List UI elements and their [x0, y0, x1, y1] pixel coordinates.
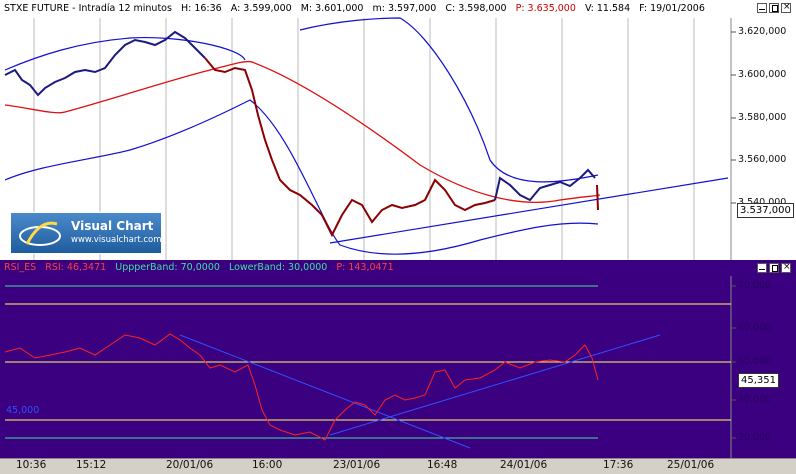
rsi-tick-50: 50,000	[738, 356, 772, 367]
price-tick-2: 3.600,000	[738, 69, 787, 80]
moving-average-line	[4, 60, 601, 203]
rsi-last-tag: 45,351	[738, 373, 779, 388]
x-label-6: 16:48	[427, 459, 458, 471]
x-label-9: 25/01/06	[667, 459, 715, 471]
price-candles-blue2	[494, 168, 596, 202]
rsi-chart[interactable]	[0, 260, 796, 458]
logo-icon	[19, 221, 61, 246]
x-label-7: 24/01/06	[500, 459, 548, 471]
logo-title: Visual Chart	[71, 219, 154, 233]
last-price-tag: 3.537,000	[737, 203, 794, 218]
rsi-tick-30: 30,000	[738, 432, 772, 443]
price-tick-1: 3.620,000	[738, 26, 787, 37]
x-label-4: 16:00	[252, 459, 283, 471]
x-label-1: 10:36	[16, 459, 47, 471]
rsi-side-label: 45,000	[6, 405, 40, 416]
x-label-5: 23/01/06	[333, 459, 381, 471]
trend-line	[329, 177, 729, 244]
price-tick-4: 3.560,000	[738, 154, 787, 165]
rsi-tick-40: 40,000	[738, 394, 772, 405]
visual-chart-logo: Visual Chart www.visualchart.com	[10, 212, 162, 254]
x-label-8: 17:36	[603, 459, 634, 471]
rsi-tick-70: 70,000	[738, 280, 772, 291]
rsi-axis-ticks	[731, 285, 736, 439]
price-axis-ticks	[731, 31, 736, 204]
price-tick-3: 3.580,000	[738, 112, 787, 123]
logo-url: www.visualchart.com	[71, 235, 162, 245]
price-candles-red	[204, 57, 496, 238]
rsi-line	[4, 333, 599, 441]
rsi-levels	[5, 303, 731, 421]
x-label-2: 15:12	[76, 459, 107, 471]
last-candle	[596, 184, 599, 211]
rsi-tick-60: 60,000	[738, 322, 772, 333]
x-label-3: 20/01/06	[166, 459, 214, 471]
